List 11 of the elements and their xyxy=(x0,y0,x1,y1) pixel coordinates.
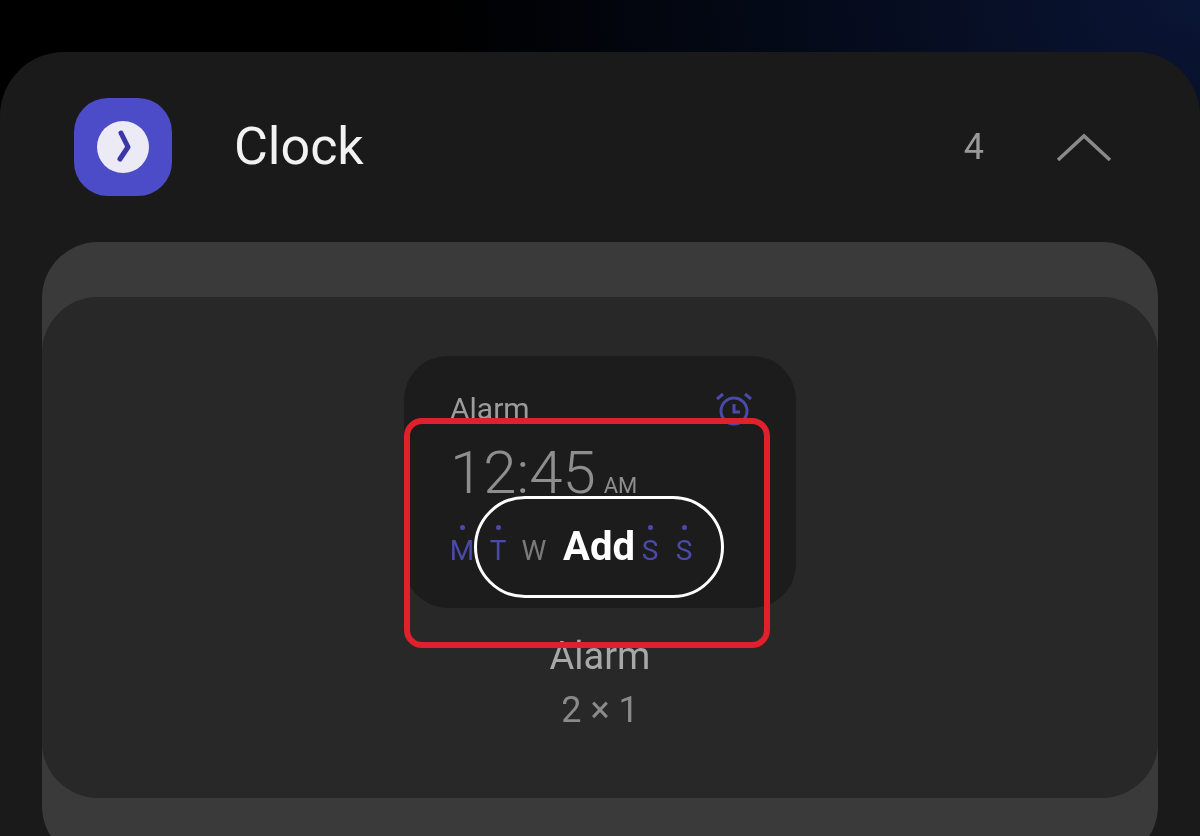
weekday-label: W xyxy=(521,534,547,568)
widget-size: 2 × 1 xyxy=(561,688,639,732)
weekday-label: M xyxy=(449,534,475,568)
alarm-clock-icon xyxy=(714,390,754,427)
app-name: Clock xyxy=(234,115,364,179)
meridiem: AM xyxy=(603,475,638,497)
clock-app-icon xyxy=(74,98,172,196)
weekday-label: S xyxy=(641,534,659,568)
widget-count: 4 xyxy=(963,125,984,170)
weekday-label: T xyxy=(489,534,507,568)
weekday-label: S xyxy=(675,534,693,568)
